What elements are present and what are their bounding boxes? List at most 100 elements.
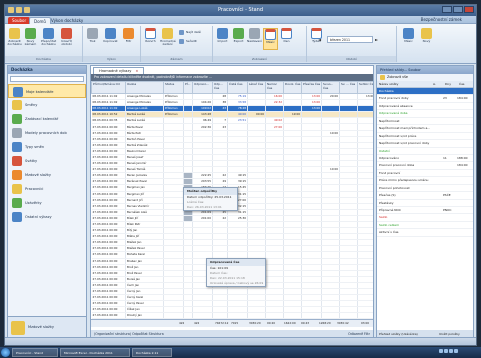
show-attendance-button[interactable]: Zobrazit docházku (7, 28, 22, 46)
footer-filter-label[interactable]: (Organizační struktura) Odpočítat Strukt… (94, 332, 164, 336)
window-controls (442, 6, 474, 13)
application-window: Pracovníci - Stand Soubor Domů Výkon doc… (4, 4, 477, 346)
column-header[interactable]: Nemoc Čas (265, 81, 284, 94)
sidebar-item[interactable]: Zadávací kalendář (8, 112, 86, 126)
column-header[interactable]: Sv. ... Čas (339, 81, 358, 94)
close-period-button[interactable]: Uzavřít období (59, 28, 74, 46)
column-header[interactable]: Lékař Čas (247, 81, 266, 94)
sidebar-item[interactable]: Typy směn (8, 140, 86, 154)
column-header[interactable]: Odpraco... (192, 81, 213, 94)
balance-row[interactable]: Přesčas (S) PSČE (377, 192, 473, 200)
maximize-button[interactable] (453, 6, 463, 13)
balance-row[interactable]: Aktivní v Čas (377, 229, 473, 237)
next-month-icon[interactable]: ► (375, 37, 378, 42)
balance-row[interactable]: Fond pracovní (377, 170, 473, 178)
sidebar-item[interactable]: Svátky (8, 154, 86, 168)
column-header-time[interactable]: Čas (459, 81, 465, 88)
total-value: 7015 (231, 321, 239, 325)
month-select[interactable]: březen 2011 (327, 36, 373, 43)
new-record-button[interactable]: Nový záznam (23, 28, 38, 46)
sidebar-item[interactable]: Modely pracovních dob (8, 126, 86, 140)
bulk-entry-button[interactable]: Hromadné zadání (160, 28, 176, 46)
balance-panel: Přehled sáldy... Soubor Zobrazit vše Náz… (376, 65, 474, 339)
balance-cell-name: Nepřítomnost (379, 118, 400, 123)
minimize-button[interactable] (442, 6, 452, 13)
column-header[interactable]: Čistá Čas (227, 81, 248, 94)
balance-cell-name: Fond pracovní (379, 170, 401, 175)
taskbar-item[interactable]: Microsoft Excel - Docházka 2011 (60, 348, 130, 357)
column-header[interactable]: Př... (183, 81, 193, 94)
balance-row[interactable]: Odpracováno 11 188:00 (377, 155, 473, 163)
tab-attendance[interactable]: Výkon docházky (47, 17, 87, 24)
navigation-bottom[interactable]: Mzdové složky (8, 316, 86, 338)
sort-button[interactable]: Seřadit (178, 38, 197, 45)
balance-row[interactable]: Nepřítomnost v/od pracovní doby (377, 140, 473, 148)
column-header-a[interactable]: A. (433, 81, 436, 88)
column-header[interactable]: Odp... Čas (212, 81, 228, 94)
balance-row[interactable]: Ostatní (377, 148, 473, 155)
tray-icon[interactable] (444, 349, 448, 353)
balance-row[interactable]: Nepřítomnost (377, 118, 473, 126)
taskbar-item[interactable]: Docházka 2.11 (132, 348, 172, 357)
schedule-button[interactable]: Rozvrh (143, 28, 158, 43)
user-label[interactable]: Bezpečnostní zámek (421, 17, 462, 22)
settings-button[interactable]: Nastavení (247, 28, 262, 43)
balance-row[interactable]: Saldo celkem (377, 222, 473, 230)
balance-row[interactable]: Nepřítomnost mezi příchodem a... (377, 125, 473, 133)
column-header[interactable]: Sv.Noc Čas (357, 81, 373, 94)
balance-cell-name: Docházka (379, 89, 394, 93)
balance-row[interactable]: Přípravné NOC PNOC (377, 207, 473, 215)
balance-row[interactable]: Přestávky (377, 200, 473, 207)
balance-row[interactable]: Fond pracovní doby 23 184:00 (377, 95, 473, 103)
week-button[interactable]: Týden (309, 28, 324, 43)
tray-icon[interactable] (449, 349, 453, 353)
sidebar-item[interactable]: Pracovníci (8, 182, 86, 196)
column-header-days[interactable]: Dny (445, 81, 451, 88)
tray-icon[interactable] (454, 349, 458, 353)
tab-file[interactable]: Soubor (8, 17, 31, 24)
navigation-search-input[interactable] (10, 76, 84, 82)
print-button[interactable]: Tisk (85, 28, 100, 43)
taskbar-item[interactable]: Pracovníci - Stand (12, 348, 58, 357)
sidebar-item[interactable]: Ostatní výkazy (8, 210, 86, 224)
column-header[interactable]: Přesčas Čas (301, 81, 322, 94)
column-header-name[interactable]: Název složky (379, 81, 398, 88)
month-button[interactable]: Měsíc (401, 28, 416, 43)
column-header[interactable]: Osoba (125, 81, 164, 94)
balance-row[interactable]: Pracovní pracovní doba 184:00 (377, 162, 473, 170)
balance-row[interactable]: Saldo (377, 214, 473, 222)
prev-month-icon[interactable]: ◄ (318, 37, 321, 42)
column-header[interactable]: Dovol. Čas (283, 81, 302, 94)
tray-icon[interactable] (439, 349, 443, 353)
find-next-button[interactable]: Najít další (178, 29, 201, 36)
sidebar-item[interactable]: Mzdové složky (8, 168, 86, 182)
column-header[interactable]: Sv.so... Čas (321, 81, 340, 94)
balance-row[interactable]: Nepřítomnost v/od práce (377, 133, 473, 141)
column-header[interactable]: Příchod/Směna Od (91, 81, 126, 94)
export-button[interactable]: Export (231, 28, 246, 43)
filter-button[interactable]: Filtr (121, 28, 136, 43)
copy-button[interactable]: Kopírovat (103, 28, 118, 43)
balance-row[interactable]: Docházka (377, 88, 473, 96)
day-view-button[interactable]: Den (279, 28, 294, 43)
calendar-icon (9, 28, 20, 39)
balance-row[interactable]: Odpracovaná doba (377, 110, 473, 118)
sidebar-item-label: Směny (25, 103, 38, 107)
start-button[interactable] (1, 348, 10, 357)
balance-row[interactable]: Pracovní pohotovost (377, 185, 473, 193)
close-button[interactable] (464, 6, 474, 13)
column-header[interactable]: Status (163, 81, 184, 94)
sidebar-item[interactable]: Směny (8, 98, 86, 112)
balance-row[interactable]: Práce mimo předepsanou směnu (377, 177, 473, 185)
show-all-button[interactable]: Zobrazit vše (377, 74, 473, 81)
sidebar-item[interactable]: Moje kalendáře (8, 84, 86, 98)
import-button[interactable]: Import (215, 28, 230, 43)
document-tab[interactable]: Hromadné výkazy × (93, 67, 145, 74)
new-button[interactable]: Nový (419, 28, 434, 43)
close-tab-icon[interactable]: × (135, 69, 138, 73)
sidebar-item[interactable]: Uzávěrky (8, 196, 86, 210)
balance-row[interactable]: Odpracovaná absence (377, 103, 473, 111)
balance-cell-name: Přípravné NOC (379, 208, 401, 212)
month-view-button[interactable]: Měsíc (263, 28, 278, 50)
recalculate-button[interactable]: Přepočítat docházku (41, 28, 56, 46)
